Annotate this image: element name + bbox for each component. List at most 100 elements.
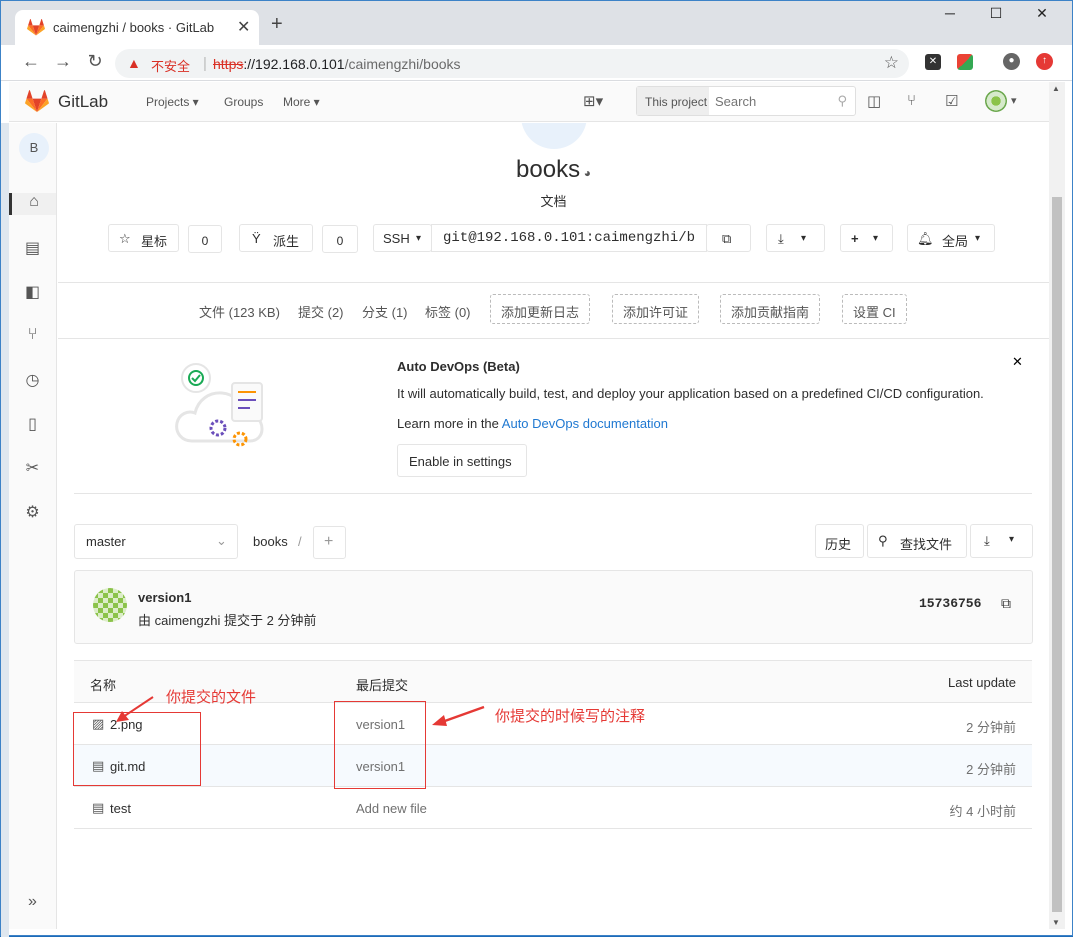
nav-groups[interactable]: Groups — [224, 95, 263, 109]
stat-tags[interactable]: 标签 (0) — [425, 302, 471, 321]
add-to-tree-button[interactable]: + — [313, 526, 346, 559]
forward-icon[interactable]: → — [52, 51, 74, 72]
project-title: books — [516, 156, 581, 183]
add-contributing-button[interactable]: 添加贡献指南 — [720, 294, 821, 324]
add-dropdown[interactable]: + ▾ — [840, 224, 893, 252]
update-icon[interactable]: ↑ — [1036, 53, 1053, 70]
plus-icon: + — [324, 533, 334, 550]
project-avatar[interactable]: B — [19, 133, 49, 163]
stat-branches[interactable]: 分支 (1) — [362, 302, 408, 321]
address-bar[interactable]: ▲ 不安全 | https://192.168.0.101/caimengzhi… — [115, 49, 909, 78]
copy-icon: ⧉ — [722, 231, 732, 246]
devops-illustration-icon — [175, 363, 264, 447]
copy-url-button[interactable]: ⧉ — [706, 224, 751, 252]
breadcrumb-separator: / — [298, 534, 302, 549]
new-item-icon[interactable]: ⊞▾ — [583, 92, 603, 110]
enable-devops-button[interactable]: Enable in settings — [397, 444, 527, 477]
warning-icon[interactable]: ▲ — [127, 55, 141, 71]
file-icon: ▤ — [92, 800, 105, 815]
user-avatar[interactable] — [985, 90, 1007, 112]
star-icon: ☆ — [119, 231, 131, 246]
clone-url-field[interactable]: git@192.168.0.101:caimengzhi/b — [431, 224, 707, 252]
devops-body: It will automatically build, test, and d… — [397, 386, 984, 401]
project-description: 文档 — [540, 194, 567, 209]
tab-close-icon[interactable]: ✕ — [237, 17, 250, 37]
download-archive-dropdown[interactable]: ⤓ ▾ — [970, 524, 1033, 558]
download-icon: ⤓ — [778, 231, 784, 246]
nav-more[interactable]: More ▾ — [283, 95, 320, 109]
commit-sha[interactable]: 15736756 — [919, 596, 981, 611]
star-button[interactable]: ☆ 星标 — [108, 224, 179, 252]
stat-commits[interactable]: 提交 (2) — [298, 302, 344, 321]
scrollbar-thumb[interactable] — [1052, 197, 1062, 912]
wiki-icon[interactable]: ▯ — [9, 414, 56, 434]
vertical-scrollbar[interactable]: ▲ ▼ — [1049, 82, 1065, 929]
commit-author-avatar[interactable] — [93, 588, 127, 622]
back-icon[interactable]: ← — [20, 51, 42, 72]
maximize-icon[interactable]: ☐ — [984, 5, 1008, 27]
copy-sha-icon[interactable]: ⧉ — [1001, 595, 1011, 612]
insecure-label[interactable]: 不安全 — [151, 56, 190, 75]
branch-select[interactable]: master ⌄ — [74, 524, 238, 559]
devops-docs-link[interactable]: Auto DevOps documentation — [502, 416, 668, 431]
search-scope[interactable]: This project — [637, 87, 709, 115]
download-dropdown[interactable]: ⤓ ▾ — [766, 224, 825, 252]
nav-projects[interactable]: Projects ▾ — [146, 95, 199, 109]
collapse-sidebar-icon[interactable]: » — [9, 893, 56, 911]
breadcrumb-root[interactable]: books — [253, 534, 288, 549]
extension-colors-icon[interactable] — [957, 54, 973, 70]
caret-down-icon: ▾ — [416, 233, 422, 244]
issues-icon[interactable]: ◫ — [867, 92, 881, 110]
bookmark-star-icon[interactable]: ☆ — [884, 53, 899, 73]
add-changelog-button[interactable]: 添加更新日志 — [490, 294, 591, 324]
star-count[interactable]: 0 — [188, 225, 222, 253]
table-row[interactable]: ▤ test Add new file 约 4 小时前 — [74, 787, 1032, 829]
merge-requests-icon[interactable]: ⑂ — [907, 92, 916, 109]
settings-gear-icon[interactable]: ⚙ — [9, 502, 56, 522]
file-commit-message[interactable]: Add new file — [356, 801, 427, 816]
fork-count[interactable]: 0 — [322, 225, 358, 253]
protocol-dropdown[interactable]: SSH ▾ — [373, 224, 432, 252]
extension-x-icon[interactable]: ✕ — [925, 54, 941, 70]
gitlab-logo-icon[interactable] — [25, 90, 49, 113]
fork-icon: Ÿ — [252, 231, 261, 246]
repository-icon[interactable]: ▤ — [9, 238, 56, 258]
merge-request-icon[interactable]: ⑂ — [9, 326, 56, 344]
project-sidebar: B ⌂ ▤ ◧ ⑂ ◷ ▯ ✂ ⚙ » — [9, 123, 57, 929]
search-input[interactable] — [715, 91, 825, 111]
file-name[interactable]: test — [110, 801, 131, 816]
scroll-down-icon[interactable]: ▼ — [1052, 918, 1060, 927]
search-box[interactable]: This project ⚲ — [636, 86, 856, 116]
files-annotation: 你提交的文件 — [166, 689, 257, 706]
divider — [74, 493, 1032, 494]
notification-dropdown[interactable]: 🔔︎ 全局 ▾ — [907, 224, 995, 252]
pipeline-icon[interactable]: ◷ — [9, 370, 56, 390]
window-close-icon[interactable]: ✕ — [1030, 5, 1054, 27]
stat-files[interactable]: 文件 (123 KB) — [199, 302, 280, 321]
profile-icon[interactable]: ● — [1003, 53, 1020, 70]
table-row[interactable]: ▤ git.md version1 2 分钟前 — [74, 745, 1032, 787]
browser-tab[interactable]: caimengzhi / books · GitLab ✕ — [15, 10, 259, 45]
file-updated: 约 4 小时前 — [949, 804, 1016, 819]
fork-button[interactable]: Ÿ 派生 — [239, 224, 313, 252]
reload-icon[interactable]: ↻ — [84, 51, 106, 72]
setup-ci-button[interactable]: 设置 CI — [842, 294, 907, 324]
last-commit-panel: version1 由 caimengzhi 提交于 2 分钟前 15736756… — [74, 570, 1033, 644]
close-devops-icon[interactable]: ✕ — [1012, 354, 1023, 370]
history-button[interactable]: 历史 — [815, 524, 864, 558]
gitlab-brand[interactable]: GitLab — [58, 92, 108, 112]
comment-annotation: 你提交的时候写的注释 — [495, 708, 646, 725]
add-license-button[interactable]: 添加许可证 — [612, 294, 700, 324]
url-text[interactable]: https://192.168.0.101/caimengzhi/books — [213, 56, 461, 72]
snippets-icon[interactable]: ✂ — [9, 458, 56, 478]
issues-board-icon[interactable]: ◧ — [9, 282, 56, 302]
chevron-down-icon[interactable]: ▾ — [1011, 94, 1017, 107]
find-file-button[interactable]: ⚲ 查找文件 — [867, 524, 967, 558]
todos-icon[interactable]: ☑ — [945, 92, 958, 110]
devops-title: Auto DevOps (Beta) — [397, 359, 520, 374]
scroll-up-icon[interactable]: ▲ — [1052, 84, 1060, 93]
new-tab-icon[interactable]: + — [271, 14, 283, 34]
minimize-icon[interactable]: ─ — [938, 5, 962, 27]
commit-title[interactable]: version1 — [138, 590, 191, 605]
home-icon[interactable]: ⌂ — [9, 193, 56, 215]
